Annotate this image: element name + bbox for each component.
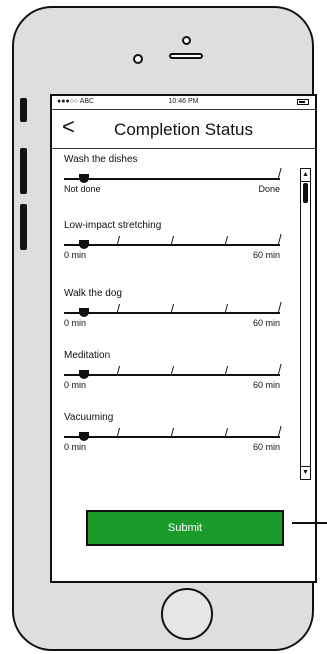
slider-min-label: 0 min <box>64 442 87 452</box>
slider-tick <box>170 428 175 436</box>
slider-tick <box>224 304 229 312</box>
task-slider[interactable] <box>64 302 282 317</box>
scroll-down-icon[interactable]: ▼ <box>301 466 310 479</box>
annotation-line <box>292 522 327 524</box>
slider-min-label: 0 min <box>64 250 87 260</box>
mute-switch <box>20 98 27 122</box>
slider-max-label: 60 min <box>252 250 280 260</box>
slider-min-label: Not done <box>64 184 101 194</box>
scrollbar[interactable]: ▲ ▼ <box>300 168 311 480</box>
slider-max-label: Done <box>258 184 280 194</box>
submit-button[interactable]: Submit <box>86 510 284 546</box>
slider-tick <box>116 304 121 312</box>
slider-tick <box>224 236 229 244</box>
task-slider[interactable] <box>64 364 282 379</box>
nav-bar: < Completion Status <box>52 110 315 149</box>
slider-min-label: 0 min <box>64 380 87 390</box>
slider-min-label: 0 min <box>64 318 87 328</box>
page-title: Completion Status <box>114 120 253 139</box>
scroll-up-icon[interactable]: ▲ <box>301 169 310 182</box>
slider-thumb[interactable] <box>79 308 89 317</box>
task-slider[interactable] <box>64 426 282 441</box>
speaker-icon <box>169 53 203 59</box>
battery-icon <box>297 99 309 105</box>
slider-max-label: 60 min <box>252 442 280 452</box>
slider-tick <box>116 236 121 244</box>
slider-end-tick <box>277 364 282 376</box>
slider-tick <box>116 428 121 436</box>
slider-tick <box>224 428 229 436</box>
slider-tick <box>224 366 229 374</box>
slider-end-tick <box>277 426 282 438</box>
slider-thumb[interactable] <box>79 240 89 249</box>
slider-end-tick <box>277 234 282 246</box>
slider-tick <box>170 366 175 374</box>
status-bar: ●●●○○ ABC 10:46 PM <box>52 96 315 110</box>
task-label: Meditation <box>64 350 111 361</box>
slider-tick <box>116 366 121 374</box>
screen: ●●●○○ ABC 10:46 PM < Completion Status W… <box>50 94 317 583</box>
camera-icon <box>133 54 143 64</box>
task-label: Vacuuming <box>64 412 114 423</box>
slider-tick <box>170 304 175 312</box>
task-slider[interactable] <box>64 168 282 183</box>
slider-end-tick <box>277 168 282 180</box>
phone-frame: ●●●○○ ABC 10:46 PM < Completion Status W… <box>12 6 317 651</box>
task-label: Low-impact stretching <box>64 220 162 231</box>
status-time: 10:46 PM <box>168 98 199 105</box>
slider-thumb[interactable] <box>79 174 89 183</box>
volume-down-button <box>20 204 27 250</box>
task-label: Wash the dishes <box>64 154 138 165</box>
slider-thumb[interactable] <box>79 370 89 379</box>
slider-end-tick <box>277 302 282 314</box>
slider-max-label: 60 min <box>252 380 280 390</box>
task-label: Walk the dog <box>64 288 122 299</box>
volume-up-button <box>20 148 27 194</box>
scroll-thumb[interactable] <box>303 183 308 203</box>
slider-max-label: 60 min <box>252 318 280 328</box>
task-slider[interactable] <box>64 234 282 249</box>
home-button[interactable] <box>161 588 213 640</box>
slider-thumb[interactable] <box>79 432 89 441</box>
slider-tick <box>170 236 175 244</box>
sensor-icon <box>182 36 191 45</box>
